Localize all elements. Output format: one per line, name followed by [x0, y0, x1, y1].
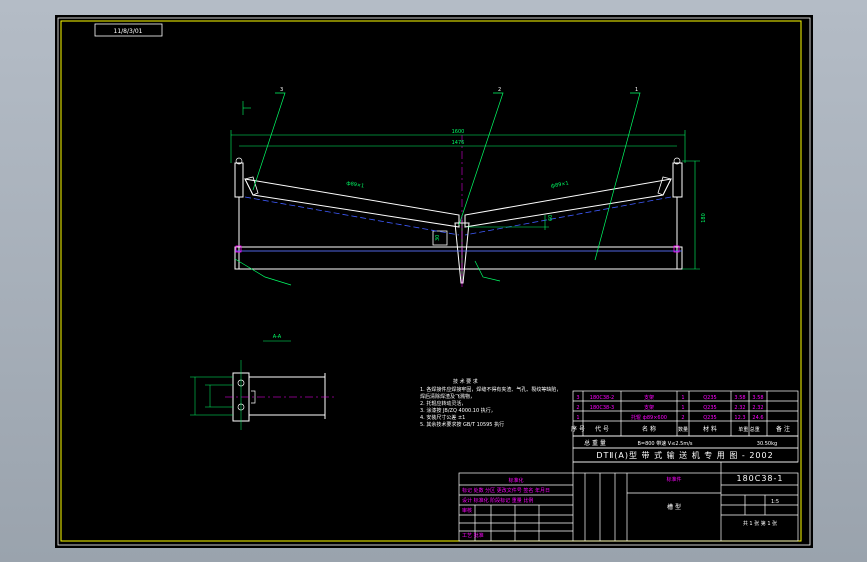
- part-row-1-total-weight: 3.58: [752, 395, 763, 401]
- drawing-border: [60, 20, 802, 542]
- part-row-2-qty: 1: [681, 405, 684, 411]
- standard-part-label: 标准件: [666, 476, 681, 483]
- revision-row-3: 审核: [462, 507, 472, 514]
- technical-notes: 技 术 要 求 1. 各焊接件应焊接牢固，焊缝不得有夹渣、气孔、裂纹等缺陷， 焊…: [420, 378, 561, 428]
- callout-1: 1: [635, 87, 638, 93]
- header-no: 序 号: [571, 425, 585, 433]
- header-material: 材 料: [703, 425, 717, 433]
- part-row-1-no: 3: [576, 395, 579, 401]
- part-row-2-name: 支架: [644, 404, 654, 411]
- section-view: [190, 360, 335, 430]
- title-block-grid: [458, 390, 799, 542]
- header-code: 代 号: [595, 425, 609, 433]
- header-weight: 单重 总重: [738, 426, 760, 433]
- drawing-sheet: 11/8/3/01 1600 1476 ф89×1 ф89×1 180 60 3…: [55, 15, 813, 548]
- idler-frame-view: [234, 135, 683, 290]
- outer-border: [57, 17, 811, 546]
- sheet-info: 共 1 张 第 1 张: [743, 520, 777, 527]
- drawing-number: 180C38-1: [736, 474, 783, 483]
- left-roller-centerline: [244, 196, 460, 236]
- left-bracket: [234, 162, 244, 198]
- notes-line-5: 4. 安装尺寸公差 ±1: [420, 414, 465, 421]
- revision-heading: 标准化: [508, 477, 523, 484]
- part-row-2-total-weight: 2.32: [752, 405, 763, 411]
- part-row-2-unit-weight: 2.32: [734, 405, 745, 411]
- dim-right-roller: ф89×1: [550, 180, 569, 189]
- header-qty: 数量: [678, 426, 688, 433]
- notes-line-2: 焊后清除焊渣及飞溅物，: [420, 393, 475, 400]
- callout-3: 3: [280, 87, 283, 93]
- notes-line-4: 3. 涂漆按 JB/ZQ 4000.10 执行，: [420, 407, 496, 414]
- dim-overall-length: 1600: [452, 129, 465, 135]
- part-row-3-no: 1: [576, 415, 579, 421]
- part-row-3-material: Q235: [703, 415, 716, 421]
- series-title: DTⅡ(A)型 带 式 输 送 机 专 用 图 - 2002: [596, 450, 773, 460]
- callout-leaders: [234, 92, 641, 286]
- part-row-1-unit-weight: 3.58: [734, 395, 745, 401]
- right-bracket: [672, 162, 683, 198]
- dimension-lines: [230, 101, 700, 270]
- drawing-scale: 1:5: [771, 499, 779, 505]
- notes-line-1: 1. 各焊接件应焊接牢固，焊缝不得有夹渣、气孔、裂纹等缺陷，: [420, 386, 561, 393]
- callout-2: 2: [498, 87, 501, 93]
- part-row-2-material: Q235: [703, 405, 716, 411]
- right-roller-centerline: [464, 196, 672, 236]
- weight-label: 总 重 量: [584, 439, 606, 447]
- corner-tag: 11/8/3/01: [114, 28, 143, 35]
- cad-drawing: 11/8/3/01 1600 1476 ф89×1 ф89×1 180 60 3…: [57, 17, 811, 546]
- notes-line-3: 2. 托辊应转动灵活，: [420, 400, 466, 407]
- part-row-3-qty: 2: [681, 415, 684, 421]
- section-label: A-A: [273, 334, 282, 340]
- part-row-3-name: 托辊 ф89×600: [631, 414, 667, 421]
- header-remark: 备 注: [776, 425, 790, 433]
- revision-row-2: 设计 标准化 阶段标记 重量 比例: [462, 497, 533, 504]
- notes-line-6: 5. 其余技术要求按 GB/T 10595 执行: [420, 421, 504, 428]
- notes-heading: 技 术 要 求: [453, 378, 478, 385]
- part-row-3-unit-weight: 12.3: [734, 415, 745, 421]
- part-row-2-code: 180C38-3: [590, 405, 614, 411]
- part-row-1-code: 180C38-2: [590, 395, 614, 401]
- parts-list: 3 180C38-2 支架 1 Q235 3.58 3.58 2 180C38-…: [571, 394, 790, 433]
- weight-value: 30.50kg: [757, 441, 777, 447]
- weight-spec: B=800 带速 V≤2.5m/s: [637, 441, 692, 447]
- dim-depth: 30: [435, 235, 441, 241]
- dim-inner-length: 1476: [452, 140, 465, 146]
- part-row-2-no: 2: [576, 405, 579, 411]
- dim-mid-offset: 60: [548, 215, 554, 221]
- revision-row-4: 工艺 批准: [462, 532, 484, 539]
- dim-height: 180: [701, 213, 707, 223]
- dim-left-roller: ф89×1: [346, 180, 365, 189]
- part-row-1-qty: 1: [681, 395, 684, 401]
- part-row-3-total-weight: 24.6: [752, 415, 763, 421]
- drawing-name: 槽 型: [667, 503, 681, 511]
- revision-row-1: 标记 处数 分区 更改文件号 签名 年月日: [462, 487, 550, 494]
- header-name: 名 称: [642, 425, 656, 433]
- part-row-1-material: Q235: [703, 395, 716, 401]
- part-row-1-name: 支架: [644, 394, 654, 401]
